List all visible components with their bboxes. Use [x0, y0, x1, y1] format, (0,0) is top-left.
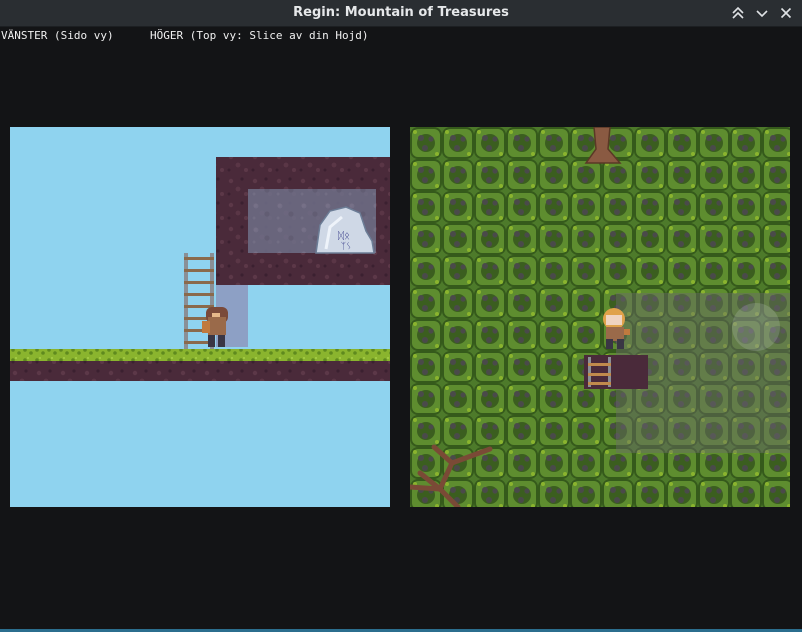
svg-text:ᛞᛟ: ᛞᛟ [338, 231, 350, 242]
keep-above-button[interactable] [728, 3, 748, 23]
view-labels: VÄNSTER (Sido vy) HÖGER (Top vy: Slice a… [1, 29, 369, 81]
left-view-label: VÄNSTER (Sido vy) [1, 29, 114, 42]
minimize-button[interactable] [752, 3, 772, 23]
svg-text:ᛉᛊ: ᛉᛊ [341, 241, 352, 252]
top-view-panel [410, 127, 790, 507]
ground-platform [10, 349, 390, 381]
right-view-label: HÖGER (Top vy: Slice av din Hojd) [150, 29, 369, 42]
game-canvas[interactable]: VÄNSTER (Sido vy) HÖGER (Top vy: Slice a… [0, 27, 802, 632]
window-title: Regin: Mountain of Treasures [293, 5, 509, 20]
title-bar: Regin: Mountain of Treasures [0, 0, 802, 27]
dirt-block-upper [216, 157, 390, 285]
runestone-ghost [732, 303, 780, 351]
side-view-panel: ᛞᛟ ᛉᛊ [10, 127, 390, 507]
chevron-down-icon [756, 10, 768, 18]
close-icon [780, 7, 792, 19]
close-button[interactable] [776, 3, 796, 23]
double-chevron-up-icon [732, 6, 744, 19]
